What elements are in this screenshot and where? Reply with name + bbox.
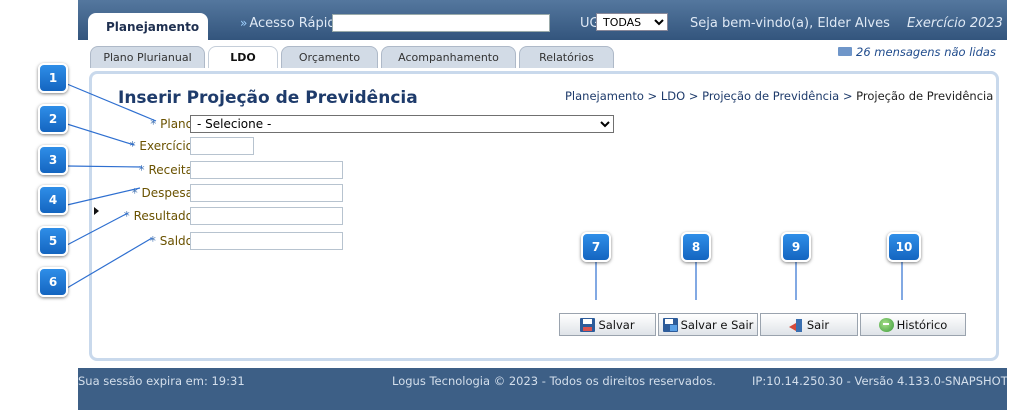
plano-select[interactable]: - Selecione -	[190, 115, 614, 133]
module-tabs: Plano Plurianual LDO Orçamento Acompanha…	[78, 40, 1007, 68]
callout-badge-8: 8	[681, 232, 711, 262]
exit-door-icon	[788, 318, 804, 332]
footer: Sua sessão expira em: 19:31 Logus Tecnol…	[78, 370, 1007, 392]
save-exit-icon	[662, 317, 678, 332]
exercicio-input[interactable]	[190, 137, 254, 155]
chevron-right-icon: »	[240, 16, 248, 30]
breadcrumb-current: Projeção de Previdência	[856, 89, 994, 103]
exit-button-label: Sair	[806, 317, 830, 332]
exit-button[interactable]: Sair	[760, 313, 858, 336]
despesa-label-text: Despesa	[141, 186, 193, 200]
save-button-label: Salvar	[598, 317, 635, 332]
tab-acompanhamento[interactable]: Acompanhamento	[381, 46, 516, 68]
tab-relatorios[interactable]: Relatórios	[519, 46, 614, 68]
app-window: Planejamento » Acesso Rápido UG TODAS Sej…	[78, 0, 1007, 410]
despesa-label: * Despesa	[132, 186, 193, 200]
breadcrumb-path[interactable]: Planejamento > LDO > Projeção de Previdê…	[565, 89, 856, 103]
version-info: IP:10.14.250.30 - Versão 4.133.0-SNAPSHO…	[752, 374, 1007, 388]
saldo-label: * Saldo	[150, 234, 193, 248]
callout-badge-9: 9	[781, 232, 811, 262]
saldo-label-text: Saldo	[159, 234, 193, 248]
callout-badge-3: 3	[38, 145, 68, 175]
required-mark: *	[138, 163, 145, 177]
resultado-label-text: Resultado	[133, 209, 193, 223]
messages-link[interactable]: 26 mensagens não lidas	[838, 45, 996, 59]
callout-badge-1: 1	[38, 63, 68, 93]
history-button[interactable]: Histórico	[860, 313, 966, 336]
tab-plano-plurianual[interactable]: Plano Plurianual	[90, 46, 205, 68]
receita-label: * Receita	[139, 163, 193, 177]
save-button[interactable]: Salvar	[559, 313, 656, 336]
receita-label-text: Receita	[148, 163, 193, 177]
callout-badge-10: 10	[887, 232, 921, 262]
required-mark: *	[129, 139, 136, 153]
plano-label: * Plano	[150, 117, 193, 131]
required-mark: *	[123, 209, 130, 223]
messages-text: 26 mensagens não lidas	[856, 45, 996, 59]
quick-access-input[interactable]	[332, 14, 550, 32]
page-title: Inserir Projeção de Previdência	[118, 88, 418, 108]
quick-access[interactable]: » Acesso Rápido	[240, 16, 344, 31]
welcome-text: Seja bem-vindo(a), Elder Alves	[690, 16, 890, 31]
main-tab-planejamento[interactable]: Planejamento	[88, 13, 208, 40]
exercicio-label-text: Exercício	[139, 139, 193, 153]
save-exit-button[interactable]: Salvar e Sair	[658, 313, 758, 336]
plano-label-text: Plano	[160, 117, 193, 131]
callout-badge-5: 5	[38, 226, 68, 256]
main-tab-label: Planejamento	[106, 20, 200, 34]
resultado-label: * Resultado	[124, 209, 193, 223]
save-icon	[580, 317, 596, 332]
saldo-input[interactable]	[190, 232, 343, 250]
required-mark: *	[131, 186, 138, 200]
despesa-input[interactable]	[190, 184, 343, 202]
breadcrumb: Planejamento > LDO > Projeção de Previdê…	[565, 89, 993, 103]
ug-select[interactable]: TODAS	[596, 13, 668, 31]
receita-input[interactable]	[190, 161, 343, 179]
callout-badge-7: 7	[581, 232, 611, 262]
tab-orcamento[interactable]: Orçamento	[281, 46, 378, 68]
envelope-icon	[838, 47, 852, 56]
save-exit-button-label: Salvar e Sair	[680, 317, 754, 332]
history-button-label: Histórico	[896, 317, 948, 332]
resultado-input[interactable]	[190, 207, 343, 225]
tab-ldo[interactable]: LDO	[208, 46, 278, 68]
history-icon	[878, 317, 894, 332]
session-timer: Sua sessão expira em: 19:31	[78, 374, 245, 388]
callout-badge-4: 4	[38, 185, 68, 215]
exercicio-label: * Exercício	[130, 139, 193, 153]
required-mark: *	[149, 234, 156, 248]
required-mark: *	[150, 117, 157, 131]
top-header: Planejamento » Acesso Rápido UG TODAS Sej…	[78, 0, 1007, 40]
callout-badge-6: 6	[38, 267, 68, 297]
sidebar-toggle-handle[interactable]	[93, 203, 101, 219]
callout-badge-2: 2	[38, 104, 68, 134]
exercise-year: Exercício 2023	[907, 16, 1003, 31]
quick-access-label: Acesso Rápido	[249, 16, 344, 31]
copyright: Logus Tecnologia © 2023 - Todos os direi…	[392, 374, 716, 388]
